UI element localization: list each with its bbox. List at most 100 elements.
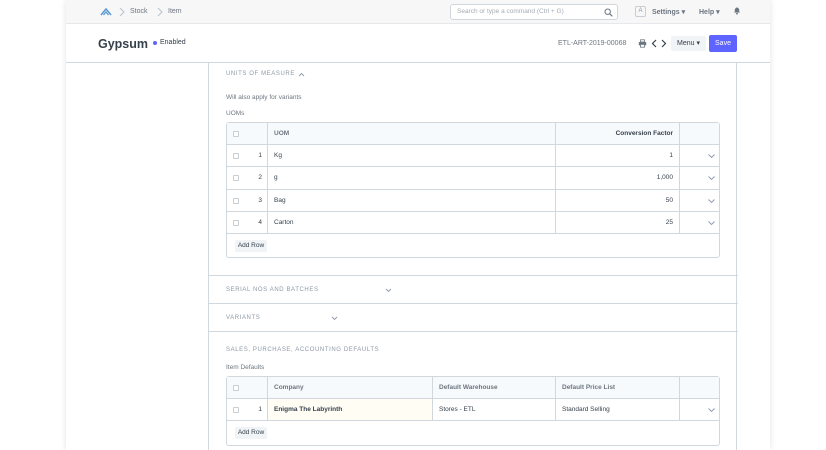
uom-table-label: UOMs <box>226 110 245 117</box>
chevron-down-icon[interactable] <box>708 176 715 180</box>
chevron-right-icon <box>119 7 125 17</box>
row-checkbox[interactable] <box>233 152 239 159</box>
row-checkbox[interactable] <box>233 175 239 181</box>
save-button[interactable]: Save <box>709 35 737 52</box>
section-heading-uom[interactable]: UNITS OF MEASURE <box>226 71 295 77</box>
header-price-list-cell: Default Price List <box>556 377 680 398</box>
chevron-right-icon[interactable] <box>659 39 668 48</box>
chevron-down-icon[interactable] <box>708 153 715 158</box>
uom-cell[interactable]: Kg <box>268 145 556 166</box>
uom-value: Bag <box>274 196 286 204</box>
avatar[interactable]: A <box>635 6 646 17</box>
table-row[interactable]: 4 Carton 25 <box>227 212 719 234</box>
search-icon <box>604 8 613 17</box>
row-index-cell: 1 <box>227 145 268 166</box>
table-row[interactable]: 3 Bag 50 <box>227 190 719 212</box>
search-input[interactable]: Search or type a command (Ctrl + G) <box>450 4 618 20</box>
table-header: Company Default Warehouse Default Price … <box>227 377 719 399</box>
select-all-checkbox[interactable] <box>233 384 239 391</box>
status-dot-icon <box>153 41 157 45</box>
settings-label: Settings <box>652 9 680 16</box>
company-value: Enigma The Labyrinth <box>274 405 343 413</box>
section-divider <box>209 331 738 332</box>
section-heading-serial-nos[interactable]: SERIAL NOS AND BATCHES <box>226 287 319 293</box>
section-heading-variants[interactable]: VARIANTS <box>226 315 260 321</box>
chevron-down-icon[interactable] <box>708 407 715 412</box>
navbar: Stock Item Search or type a command (Ctr… <box>66 0 770 24</box>
uom-value: Carton <box>274 218 294 226</box>
select-all-checkbox[interactable] <box>233 130 239 137</box>
caret-down-icon: ▾ <box>696 40 700 47</box>
row-index-cell: 4 <box>227 212 268 233</box>
chevron-left-icon[interactable] <box>650 39 659 48</box>
table-row[interactable]: 2 g 1,000 <box>227 167 719 190</box>
table-row[interactable]: 1 Enigma The Labyrinth Stores - ETL Stan… <box>227 399 719 421</box>
row-checkbox[interactable] <box>233 197 239 204</box>
app-window: Stock Item Search or type a command (Ctr… <box>66 0 770 450</box>
help-dropdown[interactable]: Help ▾ <box>699 8 720 16</box>
item-defaults-label: Item Defaults <box>226 364 265 371</box>
company-cell[interactable]: Enigma The Labyrinth <box>268 399 433 420</box>
column-header-company: Company <box>274 383 304 391</box>
warehouse-cell[interactable]: Stores - ETL <box>433 399 556 420</box>
form-body: UNITS OF MEASURE Will also apply for var… <box>208 63 738 450</box>
row-checkbox[interactable] <box>233 219 239 226</box>
search-placeholder: Search or type a command (Ctrl + G) <box>457 8 564 15</box>
row-index: 1 <box>258 151 262 159</box>
section-heading-defaults[interactable]: SALES, PURCHASE, ACCOUNTING DEFAULTS <box>226 347 379 353</box>
table-row[interactable]: 1 Kg 1 <box>227 145 719 167</box>
row-actions-cell <box>680 145 719 166</box>
menu-label: Menu <box>677 40 695 47</box>
breadcrumb-item[interactable]: Item <box>168 8 182 15</box>
breadcrumb-stock[interactable]: Stock <box>130 8 148 15</box>
warehouse-value: Stores - ETL <box>439 405 476 413</box>
menu-button[interactable]: Menu ▾ <box>671 36 706 51</box>
row-index-cell: 3 <box>227 190 268 211</box>
price-list-cell[interactable]: Standard Selling <box>556 399 680 420</box>
uom-cell[interactable]: Bag <box>268 190 556 211</box>
row-checkbox[interactable] <box>233 406 239 413</box>
row-actions-cell <box>680 190 719 211</box>
chevron-down-icon[interactable] <box>708 198 715 203</box>
chevron-down-icon[interactable] <box>708 220 715 225</box>
chevron-down-icon[interactable] <box>385 288 392 293</box>
chevron-down-icon[interactable] <box>331 316 338 321</box>
uom-cell[interactable]: g <box>268 167 556 189</box>
caret-down-icon: ▾ <box>716 9 720 16</box>
section-divider <box>209 303 738 304</box>
conversion-factor-cell[interactable]: 25 <box>556 212 680 233</box>
row-index: 4 <box>258 218 262 226</box>
conversion-factor-cell[interactable]: 1 <box>556 145 680 166</box>
column-header-uom: UOM <box>274 129 290 137</box>
chevron-right-icon <box>157 7 163 17</box>
uom-value: g <box>274 174 278 181</box>
caret-down-icon: ▾ <box>681 9 686 16</box>
price-list-value: Standard Selling <box>562 405 610 413</box>
chevron-up-icon[interactable] <box>298 72 305 77</box>
conversion-factor-value: 1 <box>669 151 673 159</box>
row-index: 2 <box>258 174 262 181</box>
app-logo-icon[interactable] <box>100 7 112 17</box>
row-index-cell: 2 <box>227 167 268 189</box>
header-warehouse-cell: Default Warehouse <box>433 377 556 398</box>
conversion-factor-cell[interactable]: 50 <box>556 190 680 211</box>
uom-cell[interactable]: Carton <box>268 212 556 233</box>
header-actions-cell <box>680 377 719 398</box>
help-label: Help <box>699 9 715 16</box>
conversion-factor-value: 1,000 <box>656 174 673 181</box>
item-defaults-table: Company Default Warehouse Default Price … <box>226 376 720 446</box>
page-head: Gypsum Enabled ETL-ART-2019-00068 Menu ▾… <box>66 24 770 63</box>
header-factor-cell: Conversion Factor <box>556 123 680 144</box>
document-name: ETL-ART-2019-00068 <box>558 40 627 47</box>
add-row-button[interactable]: Add Row <box>235 240 267 252</box>
bell-icon[interactable] <box>733 6 741 15</box>
uom-table: UOM Conversion Factor 1 Kg 1 2 g 1,000 3… <box>226 122 720 258</box>
header-index-cell <box>227 377 268 398</box>
header-index-cell <box>227 123 268 144</box>
add-row-button[interactable]: Add Row <box>235 427 267 439</box>
print-icon[interactable] <box>638 39 647 48</box>
settings-dropdown[interactable]: Settings ▾ <box>652 8 685 16</box>
conversion-factor-cell[interactable]: 1,000 <box>556 167 680 189</box>
header-uom-cell: UOM <box>268 123 556 144</box>
column-header-conversion-factor: Conversion Factor <box>615 129 673 137</box>
